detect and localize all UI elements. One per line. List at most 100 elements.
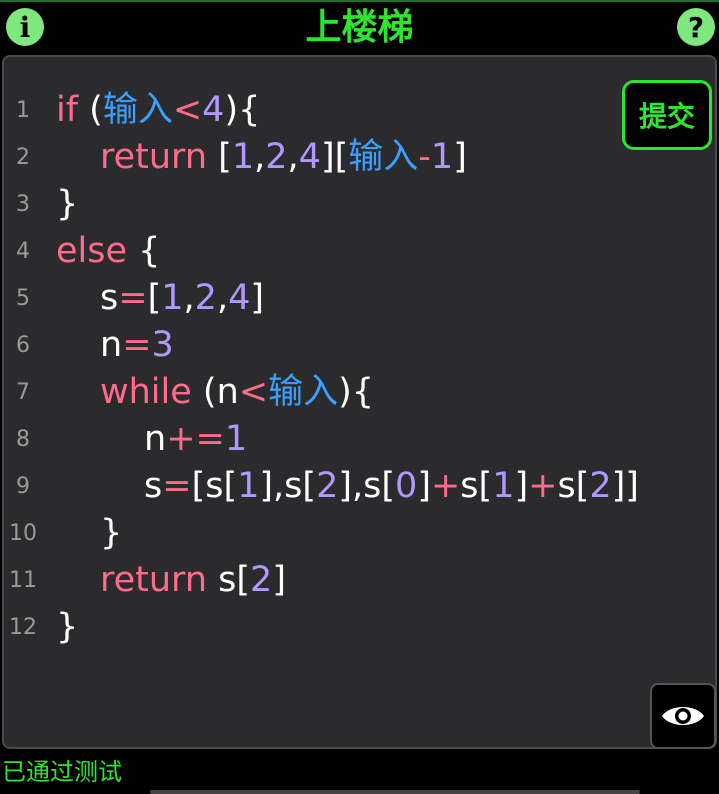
code-token: ] <box>417 466 431 506</box>
code-line: 4 else { <box>4 226 715 273</box>
line-number: 11 <box>9 568 37 593</box>
code-line: 1 if (输入<4){ <box>4 85 715 132</box>
code-token: { <box>127 231 161 271</box>
line-number: 1 <box>16 98 30 123</box>
code-token: 4 <box>202 90 225 130</box>
code-token: 2 <box>194 278 217 318</box>
code-lines: 1 if (输入<4){2 return [1,2,4][输入-1] 3} 4 else … <box>4 85 715 649</box>
code-token: 输入 <box>102 90 173 130</box>
code-token: 输入 <box>348 137 419 177</box>
line-number: 7 <box>16 380 30 405</box>
help-icon: ? <box>687 10 705 44</box>
code-token: 4 <box>228 278 251 318</box>
line-number: 12 <box>9 615 37 640</box>
line-number: 3 <box>16 192 30 217</box>
code-token: 4 <box>298 137 321 177</box>
code-text: } <box>56 179 78 229</box>
code-line: 3} <box>4 179 715 226</box>
code-token: 1 <box>161 278 184 318</box>
code-token: += <box>166 419 225 459</box>
code-token: s[ <box>207 560 251 600</box>
code-token: ] <box>272 560 286 600</box>
code-token: ],s[ <box>338 466 396 506</box>
code-token: if <box>56 90 79 130</box>
code-token: = <box>162 466 192 506</box>
code-token: 2 <box>589 466 612 506</box>
code-token: else <box>56 231 128 271</box>
code-token: 1 <box>237 466 260 506</box>
eye-icon <box>662 707 704 725</box>
code-text: n+=1 <box>56 414 247 464</box>
code-token: ){ <box>224 90 261 130</box>
code-token: s[ <box>557 466 590 506</box>
code-line: 8 n+=1 <box>4 414 715 461</box>
code-line: 2 return [1,2,4][输入-1] <box>4 132 715 179</box>
code-token: = <box>118 278 148 318</box>
status-message: 已通过测试 <box>2 758 122 786</box>
code-token: } <box>56 607 79 647</box>
code-token: = <box>122 325 152 365</box>
code-token: 1 <box>430 137 454 177</box>
toggle-view-button[interactable] <box>650 683 716 749</box>
code-token: 2 <box>265 137 288 177</box>
code-token: 1 <box>231 137 255 177</box>
code-text: s=[s[1],s[2],s[0]+s[1]+s[2]] <box>56 461 639 511</box>
line-number: 8 <box>16 427 30 452</box>
code-token: s <box>100 278 119 318</box>
code-line: 10} <box>4 508 715 555</box>
code-line: 11 return s[2] <box>4 555 715 602</box>
line-number: 5 <box>16 286 30 311</box>
code-token: ],s[ <box>259 466 317 506</box>
code-token: while <box>100 372 192 412</box>
code-token: s <box>144 466 163 506</box>
code-token: < <box>238 372 269 412</box>
code-token: ] <box>250 278 265 318</box>
code-token: } <box>56 184 79 224</box>
code-token: ] <box>514 466 529 506</box>
code-text: return [1,2,4][输入-1] <box>56 132 467 182</box>
code-token: n <box>100 325 123 365</box>
code-token: ( <box>78 90 103 130</box>
code-line: 12} <box>4 602 715 649</box>
code-text: s=[1,2,4] <box>56 273 264 323</box>
line-number: 10 <box>9 521 37 546</box>
code-text: } <box>56 602 78 652</box>
code-line: 9 s=[s[1],s[2],s[0]+s[1]+s[2]] <box>4 461 715 508</box>
scroll-indicator[interactable] <box>150 790 640 794</box>
code-token: [ <box>147 278 162 318</box>
page-title: 上楼梯 <box>305 7 414 48</box>
line-number: 9 <box>16 474 30 499</box>
code-token: ]] <box>611 466 639 506</box>
code-token: s[ <box>460 466 493 506</box>
help-button[interactable]: ? <box>677 8 715 46</box>
line-number: 6 <box>16 333 30 358</box>
code-line: 5 s=[1,2,4] <box>4 273 715 320</box>
code-text: else { <box>56 226 160 276</box>
code-text: n=3 <box>56 320 174 370</box>
code-token: n <box>216 372 239 412</box>
code-token: ] <box>453 137 467 177</box>
code-token: + <box>430 466 461 506</box>
code-text: if (输入<4){ <box>56 85 260 135</box>
code-token: , <box>254 137 266 177</box>
code-token: - <box>418 137 431 177</box>
code-token: return <box>100 560 208 600</box>
code-line: 6 n=3 <box>4 320 715 367</box>
code-token: 3 <box>151 325 174 365</box>
code-token: , <box>287 137 299 177</box>
code-token: 1 <box>492 466 515 506</box>
code-text: return s[2] <box>56 555 286 605</box>
line-number: 4 <box>16 239 30 264</box>
code-token: 输入 <box>268 372 339 412</box>
code-token: return <box>100 137 208 177</box>
line-number: 2 <box>16 145 30 170</box>
code-line: 7 while (n<输入){ <box>4 367 715 414</box>
code-text: while (n<输入){ <box>56 367 374 417</box>
code-token: < <box>172 90 203 130</box>
code-token: , <box>183 278 195 318</box>
submit-button[interactable]: 提交 <box>622 80 712 150</box>
code-token: [ <box>207 137 232 177</box>
code-editor[interactable]: 1 if (输入<4){2 return [1,2,4][输入-1] 3} 4 else … <box>2 55 717 749</box>
title-bar: i 上楼梯 ? <box>0 0 719 52</box>
code-token: } <box>100 513 123 553</box>
